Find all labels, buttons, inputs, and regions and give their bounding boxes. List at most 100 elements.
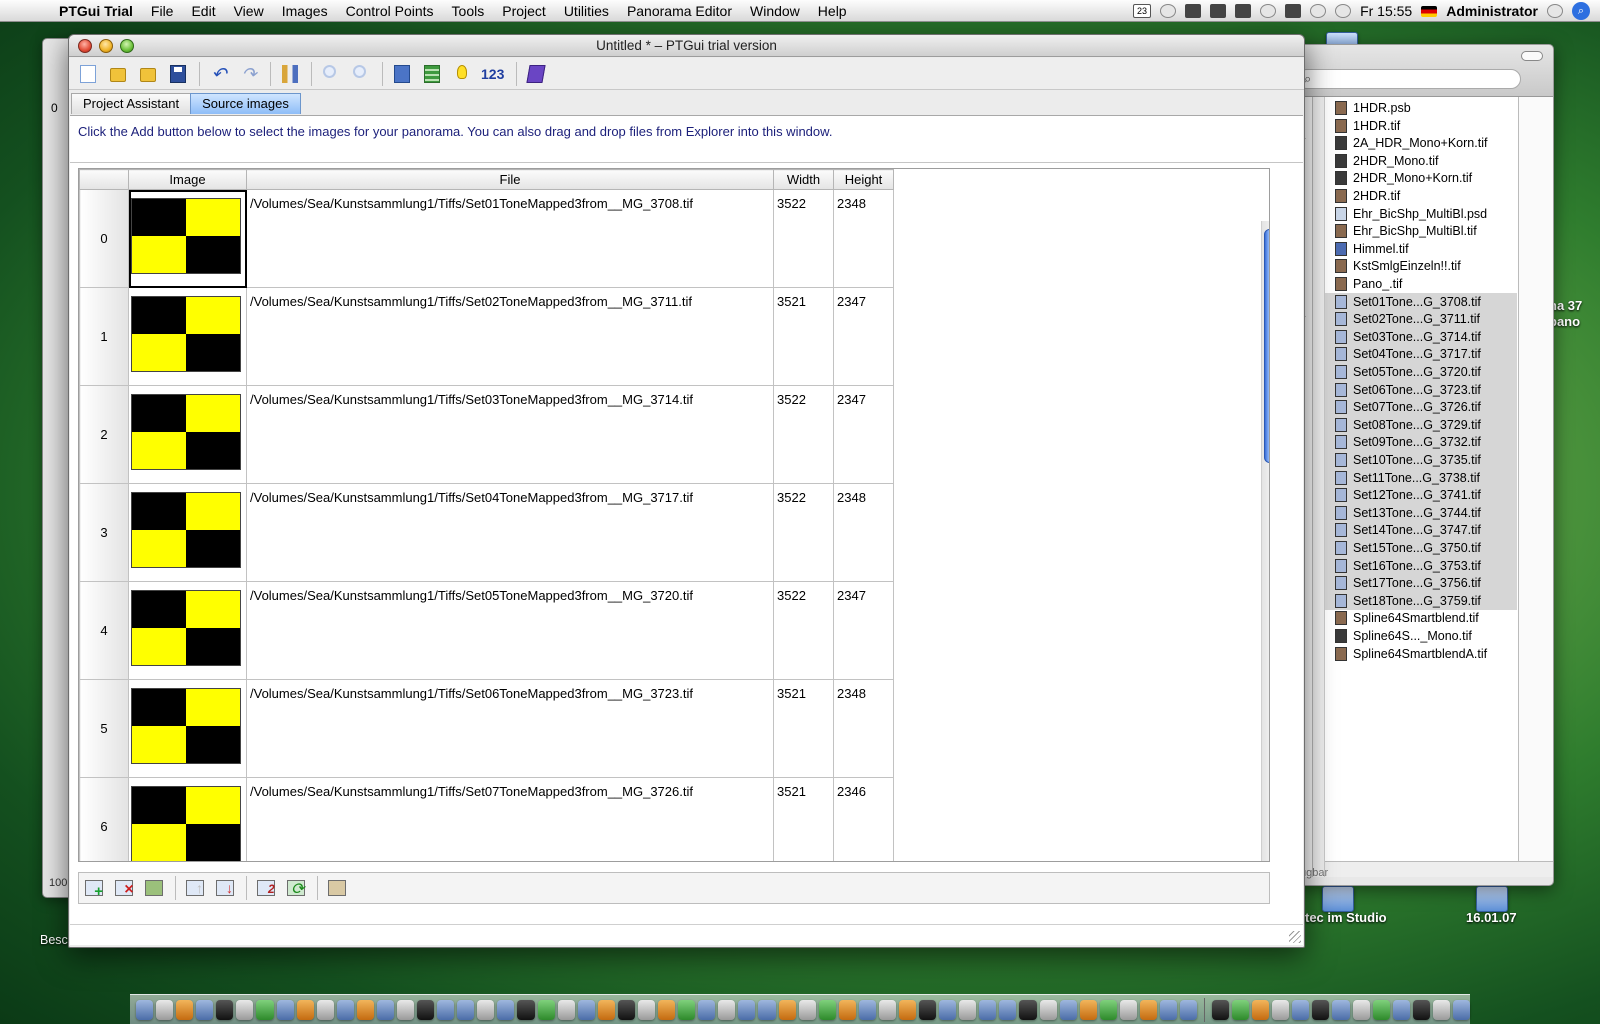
- finder-file-item[interactable]: Set12Tone...G_3741.tif: [1325, 486, 1517, 505]
- dock-app-icon[interactable]: [798, 999, 816, 1020]
- column-header-width[interactable]: Width: [773, 169, 834, 190]
- dock-app-icon[interactable]: [1019, 999, 1037, 1020]
- dock-app-icon[interactable]: [1452, 999, 1471, 1020]
- menu-project[interactable]: Project: [493, 3, 555, 19]
- table-row[interactable]: 6 /Volumes/Sea/Kunstsammlung1/Tiffs/Set0…: [79, 777, 894, 861]
- source-images-grid[interactable]: Image File Width Height 0 /Volumes/Sea/K…: [78, 168, 1270, 862]
- dock-app-icon[interactable]: [517, 999, 535, 1020]
- redo-button[interactable]: ↷: [238, 63, 260, 85]
- finder-file-item[interactable]: 2HDR_Mono.tif: [1325, 152, 1517, 170]
- menu-panorama-editor[interactable]: Panorama Editor: [618, 3, 741, 19]
- german-flag-icon[interactable]: [1421, 5, 1438, 17]
- dock-app-icon[interactable]: [236, 999, 254, 1020]
- dock-app-icon[interactable]: [477, 999, 495, 1020]
- finder-search-field[interactable]: ⌕: [1297, 69, 1521, 89]
- tab-project-assistant[interactable]: Project Assistant: [71, 93, 192, 114]
- move-up-button[interactable]: [184, 877, 208, 899]
- dock-app-icon[interactable]: [397, 999, 415, 1020]
- menu-help[interactable]: Help: [809, 3, 856, 19]
- dock-app-icon[interactable]: [1392, 999, 1410, 1020]
- finder-file-item[interactable]: Set17Tone...G_3756.tif: [1325, 574, 1517, 593]
- table-row[interactable]: 5 /Volumes/Sea/Kunstsammlung1/Tiffs/Set0…: [79, 679, 894, 778]
- finder-file-item[interactable]: Spline64SmartblendA.tif: [1325, 645, 1517, 663]
- undo-button[interactable]: ↶: [208, 63, 230, 85]
- dock-app-icon[interactable]: [1332, 999, 1350, 1020]
- menu-control-points[interactable]: Control Points: [337, 3, 443, 19]
- dock-app-icon[interactable]: [838, 999, 856, 1020]
- column-header-index[interactable]: [79, 169, 129, 190]
- remove-images-button[interactable]: [113, 877, 137, 899]
- dock-app-icon[interactable]: [497, 999, 515, 1020]
- clock-icon[interactable]: [1335, 4, 1352, 18]
- dock-app-icon[interactable]: [537, 999, 555, 1020]
- finder-file-item[interactable]: 2HDR_Mono+Korn.tif: [1325, 169, 1517, 187]
- numerical-transform-button[interactable]: 123: [481, 63, 504, 85]
- finder-file-item[interactable]: 2A_HDR_Mono+Korn.tif: [1325, 134, 1517, 152]
- dock-app-icon[interactable]: [437, 999, 455, 1020]
- dock-app-icon[interactable]: [778, 999, 796, 1020]
- volume-icon[interactable]: [1285, 4, 1302, 18]
- dock-app-icon[interactable]: [878, 999, 896, 1020]
- table-row[interactable]: 3 /Volumes/Sea/Kunstsammlung1/Tiffs/Set0…: [79, 483, 894, 582]
- apple-menu-icon[interactable]: [18, 2, 36, 20]
- panorama-editor-button[interactable]: [391, 63, 413, 85]
- dock-app-icon[interactable]: [959, 999, 977, 1020]
- bluetooth-icon[interactable]: [1547, 4, 1563, 18]
- scrollbar-thumb[interactable]: [1264, 229, 1269, 463]
- dock-app-icon[interactable]: [1212, 999, 1230, 1020]
- dock-app-icon[interactable]: [658, 999, 676, 1020]
- table-row[interactable]: 1 /Volumes/Sea/Kunstsammlung1/Tiffs/Set0…: [79, 287, 894, 386]
- title-bar[interactable]: Untitled * – PTGui trial version: [69, 35, 1304, 57]
- tools-button[interactable]: [279, 63, 301, 85]
- tab-source-images[interactable]: Source images: [190, 93, 301, 114]
- dock-app-icon[interactable]: [336, 999, 354, 1020]
- dock-app-icon[interactable]: [577, 999, 595, 1020]
- menu-user[interactable]: Administrator: [1446, 3, 1538, 19]
- menu-tools[interactable]: Tools: [443, 3, 494, 19]
- dock-app-icon[interactable]: [738, 999, 756, 1020]
- dock-app-icon[interactable]: [858, 999, 876, 1020]
- replace-image-button[interactable]: [143, 877, 167, 899]
- dock-app-icon[interactable]: [1039, 999, 1057, 1020]
- finder-file-item[interactable]: Set15Tone...G_3750.tif: [1325, 539, 1517, 557]
- dock-app-icon[interactable]: [698, 999, 716, 1020]
- finder-file-item[interactable]: 1HDR.psb: [1325, 99, 1517, 117]
- finder-file-item[interactable]: Set03Tone...G_3714.tif: [1325, 327, 1517, 346]
- dock-app-icon[interactable]: [1180, 999, 1198, 1020]
- finder-column-divider[interactable]: [1313, 97, 1325, 877]
- dock-app-icon[interactable]: [1372, 999, 1390, 1020]
- date-volume-label[interactable]: 16.01.07: [1466, 910, 1517, 925]
- image-thumbnail-cell[interactable]: [128, 679, 247, 778]
- image-thumbnail-cell[interactable]: [128, 287, 247, 386]
- calendar-icon[interactable]: 23: [1133, 4, 1152, 18]
- finder-file-item[interactable]: Set18Tone...G_3759.tif: [1325, 591, 1517, 610]
- dock-app-icon[interactable]: [1412, 999, 1430, 1020]
- dock-app-icon[interactable]: [1272, 999, 1290, 1020]
- finder-file-item[interactable]: Himmel.tif: [1325, 240, 1517, 258]
- finder-file-item[interactable]: Spline64Smartblend.tif: [1325, 609, 1517, 627]
- finder-file-item[interactable]: Set14Tone...G_3747.tif: [1325, 521, 1517, 540]
- menu-view[interactable]: View: [225, 3, 273, 19]
- dock-app-icon[interactable]: [999, 999, 1017, 1020]
- dock-app-icon[interactable]: [1312, 999, 1330, 1020]
- menu-window[interactable]: Window: [741, 3, 809, 19]
- script-icon[interactable]: [1210, 4, 1227, 18]
- dock-app-icon[interactable]: [196, 999, 214, 1020]
- menu-file[interactable]: File: [142, 3, 183, 19]
- dock-app-icon[interactable]: [216, 999, 234, 1020]
- dock-app-icon[interactable]: [1232, 999, 1250, 1020]
- menu-utilities[interactable]: Utilities: [555, 3, 618, 19]
- dock-app-icon[interactable]: [1139, 999, 1157, 1020]
- dock-app-icon[interactable]: [1352, 999, 1370, 1020]
- finder-file-item[interactable]: Set06Tone...G_3723.tif: [1325, 380, 1517, 399]
- finder-file-item[interactable]: Spline64S..._Mono.tif: [1325, 627, 1517, 645]
- dock-app-icon[interactable]: [919, 999, 937, 1020]
- table-row[interactable]: 4 /Volumes/Sea/Kunstsammlung1/Tiffs/Set0…: [79, 581, 894, 680]
- column-header-file[interactable]: File: [246, 169, 774, 190]
- dock-app-icon[interactable]: [597, 999, 615, 1020]
- dock-app-icon[interactable]: [176, 999, 194, 1020]
- open-recent-button[interactable]: [137, 63, 159, 85]
- finder-toolbar-toggle[interactable]: [1521, 51, 1543, 61]
- dock-app-icon[interactable]: [1119, 999, 1137, 1020]
- table-row[interactable]: 0 /Volumes/Sea/Kunstsammlung1/Tiffs/Set0…: [79, 189, 894, 288]
